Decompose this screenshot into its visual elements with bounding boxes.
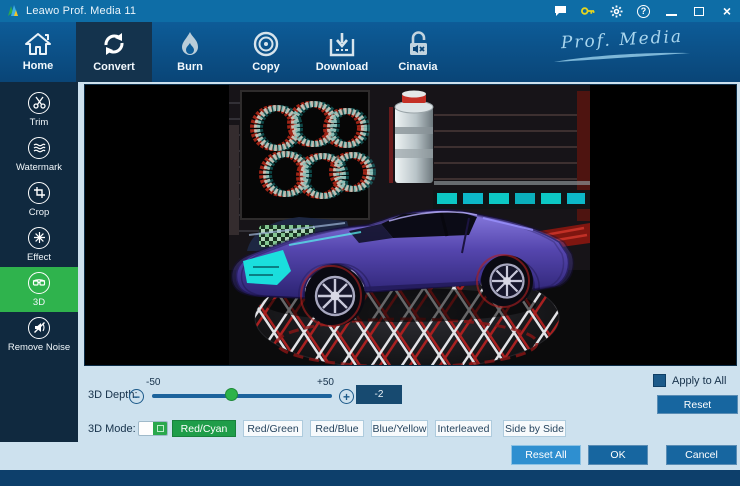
slider-min-label: -50 [146, 377, 161, 388]
video-preview [84, 84, 737, 366]
tab-cinavia[interactable]: Cinavia [380, 22, 456, 82]
toggle-on-track [153, 422, 167, 435]
mode-toggle[interactable] [138, 421, 168, 436]
sparkle-icon [28, 226, 50, 249]
depth-slider-track[interactable] [152, 394, 332, 398]
app-window: Leawo Prof. Media 11 ? × Home Convert Bu… [0, 0, 740, 486]
tab-label: Cinavia [398, 61, 438, 73]
sidebar-item-effect[interactable]: Effect [0, 222, 78, 267]
copy-icon [253, 31, 279, 57]
depth-slider-thumb[interactable] [225, 388, 238, 401]
depth-increase-button[interactable]: + [339, 389, 354, 404]
anaglyph-scene [229, 85, 590, 365]
tab-label: Home [22, 60, 54, 72]
waves-icon [28, 136, 50, 159]
ok-button[interactable]: OK [588, 445, 648, 465]
3d-glasses-icon [28, 271, 50, 294]
apply-to-all-label: Apply to All [672, 375, 727, 387]
slider-max-label: +50 [317, 377, 334, 388]
noise-off-icon [28, 316, 50, 339]
gear-icon[interactable] [609, 4, 623, 18]
scissors-icon [28, 91, 50, 114]
sidebar-item-3d[interactable]: 3D [0, 267, 78, 312]
sidebar-item-crop[interactable]: Crop [0, 177, 78, 222]
close-icon[interactable]: × [720, 4, 734, 18]
depth-decrease-button[interactable]: − [129, 389, 144, 404]
app-logo-icon [8, 5, 18, 16]
edit-sidebar: Trim Watermark Crop Effect 3D Remove Noi… [0, 82, 78, 442]
cinavia-icon [410, 31, 427, 55]
convert-icon [104, 33, 124, 55]
tab-label: Download [315, 61, 369, 73]
apply-to-all-checkbox[interactable] [653, 374, 666, 387]
depth-value: -2 [356, 385, 402, 404]
titlebar: Leawo Prof. Media 11 ? × [0, 0, 740, 22]
settings-panel: 3D Depth: − -50 +50 + -2 3D Mode: Red/Cy… [78, 82, 740, 486]
help-icon[interactable]: ? [637, 4, 650, 18]
brand-swoosh [554, 52, 690, 62]
toggle-knob [139, 422, 153, 435]
main-nav: Home Convert Burn Copy Download Cinavia [0, 22, 740, 82]
tab-label: Convert [93, 61, 135, 73]
reset-button[interactable]: Reset [657, 395, 738, 414]
brand-script-text: Prof. Media [560, 26, 684, 54]
tab-label: Burn [177, 61, 203, 73]
brand-logo: Prof. Media [542, 27, 702, 63]
minimize-icon[interactable] [664, 4, 678, 18]
mode-interleaved[interactable]: Interleaved [435, 420, 492, 437]
mode-label: 3D Mode: [88, 423, 136, 435]
footer-strip [0, 470, 740, 486]
sidebar-item-remove-noise[interactable]: Remove Noise [0, 312, 78, 357]
sidebar-item-watermark[interactable]: Watermark [0, 132, 78, 177]
tab-label: Copy [252, 61, 280, 73]
tab-convert[interactable]: Convert [76, 22, 152, 82]
mode-side-by-side[interactable]: Side by Side [503, 420, 566, 437]
crop-icon [28, 181, 50, 204]
key-icon[interactable] [581, 4, 595, 18]
sidebar-item-trim[interactable]: Trim [0, 87, 78, 132]
home-icon [25, 33, 51, 55]
comment-icon[interactable] [553, 4, 567, 18]
download-icon [329, 33, 355, 57]
mode-red-green[interactable]: Red/Green [243, 420, 303, 437]
tab-download[interactable]: Download [304, 22, 380, 82]
reset-all-button[interactable]: Reset All [511, 445, 581, 465]
tab-home[interactable]: Home [0, 22, 76, 82]
mode-red-cyan[interactable]: Red/Cyan [172, 420, 236, 437]
maximize-icon[interactable] [692, 4, 706, 18]
burn-icon [182, 32, 198, 55]
mode-blue-yellow[interactable]: Blue/Yellow [371, 420, 428, 437]
mode-red-blue[interactable]: Red/Blue [310, 420, 364, 437]
tab-copy[interactable]: Copy [228, 22, 304, 82]
cancel-button[interactable]: Cancel [666, 445, 737, 465]
window-title: Leawo Prof. Media 11 [26, 5, 137, 17]
tab-burn[interactable]: Burn [152, 22, 228, 82]
